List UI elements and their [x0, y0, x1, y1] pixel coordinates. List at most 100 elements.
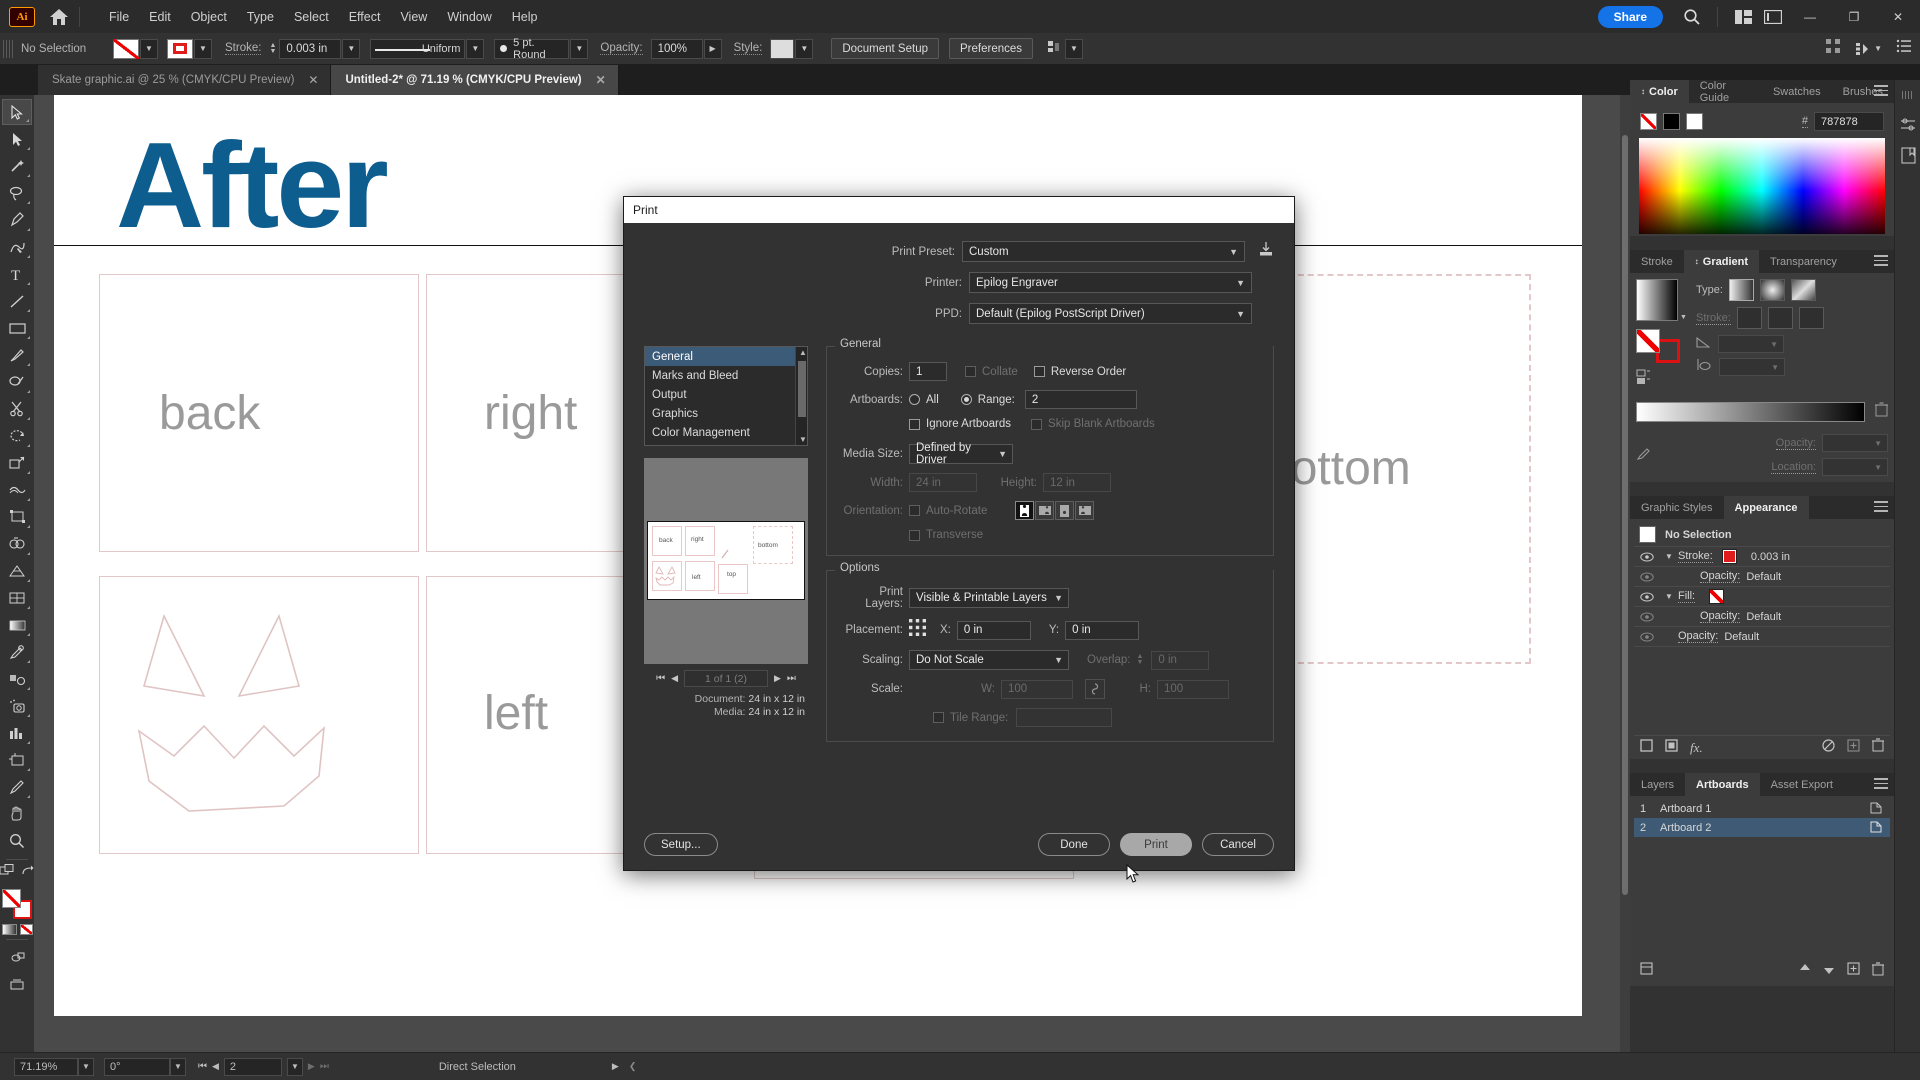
- window-close-button[interactable]: ✕: [1876, 0, 1920, 33]
- next-artboard-icon[interactable]: ▶: [308, 1061, 315, 1072]
- window-maximize-button[interactable]: ❐: [1832, 0, 1876, 33]
- gradient-type-radial-icon[interactable]: [1759, 279, 1785, 301]
- opacity-value[interactable]: 100%: [650, 38, 703, 59]
- gradient-slider[interactable]: [1636, 402, 1865, 422]
- category-color-management[interactable]: Color Management: [645, 423, 807, 442]
- document-tab-untitled-2[interactable]: Untitled-2* @ 71.19 % (CMYK/CPU Preview)…: [331, 65, 619, 95]
- setup-button[interactable]: Setup...: [644, 833, 718, 856]
- libraries-panel-icon[interactable]: [1895, 140, 1920, 170]
- previous-artboard-icon[interactable]: ◀: [212, 1061, 219, 1072]
- visibility-eye-icon[interactable]: [1634, 572, 1660, 582]
- fill-stroke-indicator[interactable]: [2, 889, 32, 919]
- artboard-number-field[interactable]: 2: [223, 1057, 282, 1076]
- artboards-range-input[interactable]: 2: [1024, 390, 1137, 409]
- gradient-opacity-field[interactable]: ▼: [1822, 434, 1888, 452]
- gradient-location-field[interactable]: ▼: [1822, 458, 1888, 476]
- appearance-row-object-opacity[interactable]: Opacity: Default: [1634, 627, 1890, 647]
- y-input[interactable]: 0 in: [1065, 620, 1140, 640]
- style-dropdown-icon[interactable]: ▼: [795, 38, 814, 59]
- tool-mesh[interactable]: [2, 585, 32, 611]
- document-setup-button[interactable]: Document Setup: [831, 38, 939, 59]
- menu-edit[interactable]: Edit: [140, 5, 180, 29]
- stroke-profile-value[interactable]: Uniform: [370, 38, 466, 59]
- close-icon[interactable]: ✕: [596, 73, 606, 87]
- appearance-row-fill-opacity[interactable]: Opacity: Default: [1634, 607, 1890, 627]
- panel-menu-icon[interactable]: [1874, 85, 1888, 99]
- orientation-portrait-icon[interactable]: [1015, 501, 1035, 520]
- gradient-preview-swatch[interactable]: [1636, 279, 1678, 321]
- color-spectrum[interactable]: [1639, 138, 1885, 234]
- tool-curvature[interactable]: [2, 234, 32, 260]
- status-next-icon[interactable]: ▶: [612, 1061, 619, 1072]
- gradient-eyedropper-icon[interactable]: [1636, 445, 1652, 466]
- select-similar-icon[interactable]: [1047, 39, 1062, 59]
- tab-color-guide[interactable]: Color Guide: [1688, 80, 1762, 104]
- appearance-row-stroke-opacity[interactable]: Opacity: Default: [1634, 567, 1890, 587]
- tool-eyedropper[interactable]: [2, 639, 32, 665]
- new-artboard-icon[interactable]: [1847, 962, 1860, 980]
- tool-selection[interactable]: [2, 99, 32, 125]
- gradient-dropdown-icon[interactable]: ▼: [1680, 314, 1687, 321]
- preferences-button[interactable]: Preferences: [949, 38, 1034, 59]
- menu-window[interactable]: Window: [438, 5, 500, 29]
- workspace-switcher-icon[interactable]: [1758, 0, 1788, 33]
- gradient-aspect-field[interactable]: ▼: [1719, 358, 1785, 376]
- tool-blend[interactable]: [2, 666, 32, 692]
- orientation-landscape-icon[interactable]: [1035, 501, 1055, 520]
- edit-toolbar-icon[interactable]: [0, 864, 15, 882]
- add-new-fill-icon[interactable]: [1665, 738, 1678, 757]
- hex-input[interactable]: 787878: [1814, 112, 1884, 131]
- fill-swatch[interactable]: [113, 38, 139, 59]
- properties-panel-icon[interactable]: [1895, 110, 1920, 140]
- chevron-down-icon[interactable]: ▼: [1660, 592, 1678, 601]
- cancel-button[interactable]: Cancel: [1202, 833, 1274, 856]
- artboard-dropdown-icon[interactable]: ▼: [286, 1057, 303, 1076]
- arrange-documents-icon[interactable]: [1728, 0, 1758, 33]
- fill-color-swatch[interactable]: [1709, 589, 1725, 604]
- visibility-eye-icon[interactable]: [1634, 592, 1660, 602]
- rotation-field[interactable]: 0°: [104, 1057, 170, 1076]
- gradient-fill-stroke-indicator[interactable]: [1636, 329, 1680, 363]
- align-grid-icon[interactable]: [1825, 38, 1841, 59]
- category-graphics[interactable]: Graphics: [645, 404, 807, 423]
- tab-artboards[interactable]: Artboards: [1685, 773, 1760, 796]
- brush-dropdown-icon[interactable]: ▼: [570, 38, 589, 59]
- artboards-all-radio[interactable]: [909, 394, 920, 405]
- artboard-options-icon[interactable]: [1870, 801, 1882, 817]
- tab-appearance[interactable]: Appearance: [1723, 496, 1809, 519]
- swap-fill-stroke-icon[interactable]: [22, 864, 34, 882]
- stroke-color-swatch[interactable]: [1721, 549, 1737, 564]
- delete-artboard-icon[interactable]: [1872, 961, 1884, 981]
- document-tab-skate-graphic[interactable]: Skate graphic.ai @ 25 % (CMYK/CPU Previe…: [38, 65, 332, 95]
- style-swatch[interactable]: [770, 38, 795, 59]
- fill-color-box[interactable]: [2, 889, 21, 908]
- ignore-artboards-label[interactable]: Ignore Artboards: [926, 418, 1011, 430]
- print-layers-select[interactable]: Visible & Printable Layers ▼: [909, 588, 1069, 608]
- status-collapse-icon[interactable]: ❮: [629, 1061, 637, 1072]
- artboards-all-label[interactable]: All: [926, 394, 939, 406]
- opacity-value[interactable]: Default: [1746, 611, 1781, 623]
- gradient-stroke-across-icon[interactable]: [1798, 307, 1824, 329]
- tool-gradient[interactable]: [2, 612, 32, 638]
- share-button[interactable]: Share: [1597, 5, 1663, 28]
- gradient-type-linear-icon[interactable]: [1728, 279, 1754, 301]
- stroke-weight-value[interactable]: 0.003 in: [279, 38, 342, 59]
- search-icon[interactable]: [1677, 0, 1707, 33]
- tool-rotate[interactable]: [2, 423, 32, 449]
- print-preset-select[interactable]: Custom ▼: [962, 241, 1245, 262]
- color-black-swatch[interactable]: [1663, 113, 1680, 130]
- ignore-artboards-checkbox[interactable]: [909, 418, 920, 430]
- previous-page-icon[interactable]: ◀: [671, 673, 678, 684]
- gradient-type-freeform-icon[interactable]: [1790, 279, 1816, 301]
- color-none-swatch[interactable]: [1640, 113, 1657, 130]
- panel-menu-icon[interactable]: [1874, 778, 1888, 792]
- gradient-fill-stroke-toggle-icon[interactable]: [1636, 369, 1688, 390]
- tool-lasso[interactable]: [2, 180, 32, 206]
- align-chevron-down-icon[interactable]: ▼: [1874, 44, 1882, 53]
- print-preview[interactable]: back right top left bottom: [644, 458, 808, 664]
- orientation-landscape-flipped-icon[interactable]: [1075, 501, 1095, 520]
- stroke-weight-spinner[interactable]: ▲ ▼: [269, 42, 276, 55]
- stroke-profile-dropdown-icon[interactable]: ▼: [466, 38, 485, 59]
- visibility-eye-icon[interactable]: [1634, 632, 1660, 642]
- menu-effect[interactable]: Effect: [340, 5, 390, 29]
